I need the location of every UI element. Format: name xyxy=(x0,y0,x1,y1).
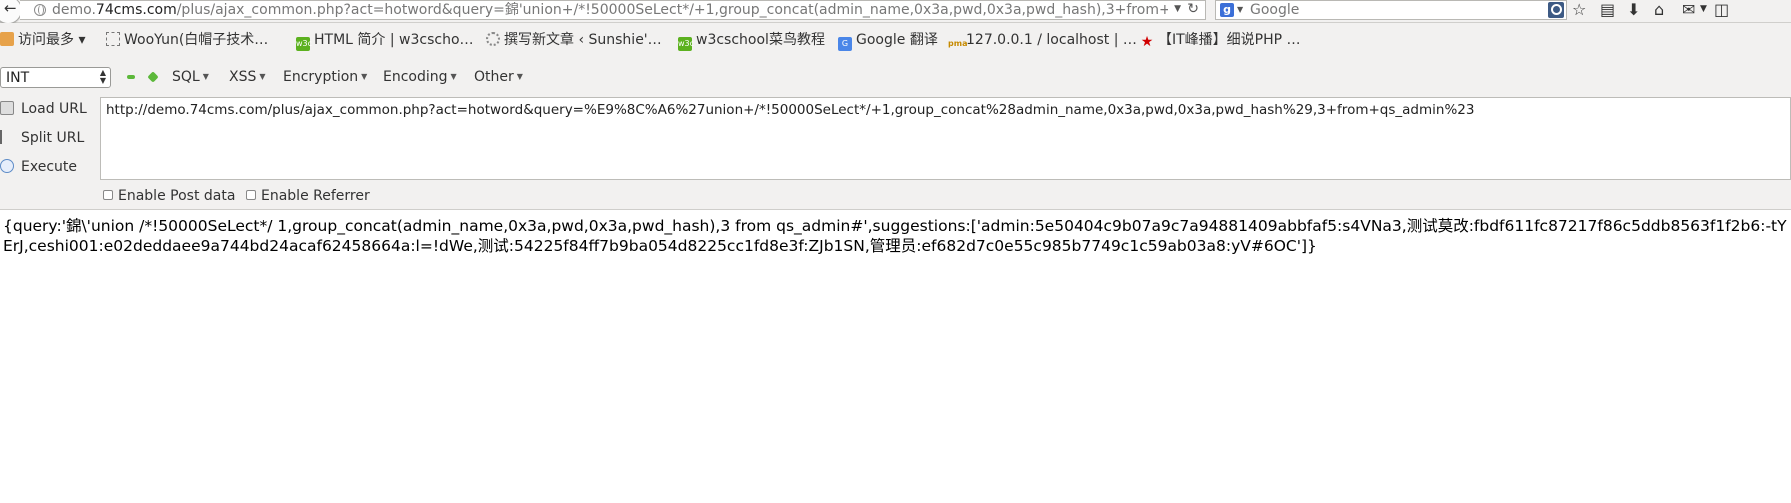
bookmark-label: WooYun(白帽子技术… xyxy=(124,32,269,48)
address-bar[interactable]: demo.74cms.com/plus/ajax_common.php?act=… xyxy=(20,0,1206,20)
bookmark-star-icon[interactable]: ☆ xyxy=(1572,0,1586,19)
type-select[interactable]: INT ▲ ▼ xyxy=(0,67,111,88)
google-translate-icon: G xyxy=(838,37,852,51)
reload-icon[interactable]: ↻ xyxy=(1187,1,1199,17)
bookmark-label: 撰写新文章 ‹ Sunshie'… xyxy=(504,32,662,48)
w3c-icon: w3c xyxy=(296,37,312,51)
addon-icon[interactable]: ✉ xyxy=(1682,0,1695,19)
menu-label: Other xyxy=(474,69,514,85)
bookmark-label: HTML 简介 | w3cscho… xyxy=(314,32,474,48)
chevron-down-icon: ▼ xyxy=(202,72,209,81)
history-dropdown-icon[interactable]: ▼ xyxy=(1174,4,1181,14)
url-prefix: demo. xyxy=(52,2,96,18)
response-text: {query:'錦\'union /*!50000SeLect*/ 1,grou… xyxy=(3,217,1787,255)
hackbar-url-text[interactable]: http://demo.74cms.com/plus/ajax_common.p… xyxy=(106,102,1786,118)
bookmarks-list-icon[interactable]: ▤ xyxy=(1600,0,1615,19)
menu-label: Encoding xyxy=(383,69,448,85)
scissors-icon xyxy=(0,130,14,144)
split-url-button[interactable]: Split URL xyxy=(0,130,84,146)
chevron-down-icon: ▼ xyxy=(361,72,368,81)
navigation-bar: ← demo.74cms.com/plus/ajax_common.php?ac… xyxy=(0,0,1791,24)
bookmark-wooyun[interactable]: WooYun(白帽子技术… xyxy=(106,32,268,48)
folder-icon xyxy=(0,32,14,46)
bookmark-google-translate[interactable]: G Google 翻译 xyxy=(838,32,938,51)
type-select-value: INT xyxy=(6,70,30,86)
split-url-label: Split URL xyxy=(21,130,85,146)
back-button[interactable]: ← xyxy=(0,0,22,24)
decrease-icon[interactable] xyxy=(127,75,135,79)
bookmark-w3cschool[interactable]: w3c w3cschool菜鸟教程 xyxy=(678,32,825,51)
bookmark-new-post[interactable]: 撰写新文章 ‹ Sunshie'… xyxy=(486,32,662,48)
address-text[interactable]: demo.74cms.com/plus/ajax_common.php?act=… xyxy=(52,2,1168,19)
bookmark-phpmyadmin[interactable]: pma127.0.0.1 / localhost | … xyxy=(948,32,1137,51)
increase-icon[interactable] xyxy=(147,71,159,83)
bookmark-label: 127.0.0.1 / localhost | … xyxy=(966,32,1137,48)
addon-dropdown-icon[interactable]: ▼ xyxy=(1700,4,1707,14)
bookmark-html-intro[interactable]: w3c HTML 简介 | w3cscho… xyxy=(296,32,474,51)
wordpress-icon xyxy=(486,32,500,46)
hackbar-toolbar: INT ▲ ▼ SQL ▼ XSS ▼ Encryption ▼ Encoding ▼ O… xyxy=(0,55,1791,97)
load-url-icon xyxy=(0,101,14,115)
url-path: /plus/ajax_common.php?act=hotword&query=… xyxy=(176,2,1168,18)
enable-post-checkbox[interactable]: Enable Post data xyxy=(103,188,235,204)
spinner-icon[interactable]: ▲ ▼ xyxy=(100,69,106,85)
checkbox-label: Enable Post data xyxy=(118,188,236,204)
checkbox-label: Enable Referrer xyxy=(261,188,370,204)
checkbox-box[interactable] xyxy=(246,190,256,200)
load-url-button[interactable]: Load URL xyxy=(0,101,87,117)
chevron-down-icon: ▼ xyxy=(259,72,266,81)
execute-label: Execute xyxy=(21,159,77,175)
window-icon[interactable]: ◫ xyxy=(1714,0,1729,19)
search-input[interactable]: Google xyxy=(1250,2,1299,18)
chevron-down-icon: ▼ xyxy=(450,72,457,81)
menu-label: SQL xyxy=(172,69,200,85)
other-menu[interactable]: Other ▼ xyxy=(474,69,523,85)
hackbar-panel: Load URL Split URL Execute http://demo.7… xyxy=(0,97,1791,210)
home-icon[interactable]: ⌂ xyxy=(1654,0,1664,19)
google-icon[interactable]: g xyxy=(1220,3,1234,17)
page-icon xyxy=(106,32,120,46)
execute-button[interactable]: Execute xyxy=(0,159,77,175)
search-engine-dropdown-icon[interactable]: ▼ xyxy=(1237,5,1243,14)
bookmark-label: w3cschool菜鸟教程 xyxy=(696,32,825,48)
bookmark-most-visited[interactable]: 访问最多 ▾ xyxy=(0,32,85,48)
bookmark-label: 访问最多 ▾ xyxy=(18,32,86,48)
sql-menu[interactable]: SQL ▼ xyxy=(172,69,209,85)
enable-referrer-checkbox[interactable]: Enable Referrer xyxy=(246,188,370,204)
encryption-menu[interactable]: Encryption ▼ xyxy=(283,69,367,85)
encoding-menu[interactable]: Encoding ▼ xyxy=(383,69,457,85)
globe-icon xyxy=(34,4,46,16)
chevron-down-icon: ▼ xyxy=(516,72,523,81)
downloads-icon[interactable]: ⬇ xyxy=(1627,0,1640,19)
bookmark-it-php[interactable]: ★ 【IT峰播】细说PHP … xyxy=(1140,32,1301,49)
back-arrow-icon: ← xyxy=(4,0,17,17)
search-bar[interactable]: g ▼ Google xyxy=(1215,0,1567,20)
bookmarks-toolbar: 访问最多 ▾ WooYun(白帽子技术… w3c HTML 简介 | w3csch… xyxy=(0,23,1791,55)
w3c-icon: w3c xyxy=(678,37,694,51)
bookmark-label: Google 翻译 xyxy=(856,32,938,48)
bookmark-label: 【IT峰播】细说PHP … xyxy=(1158,32,1301,48)
menu-label: XSS xyxy=(229,69,257,85)
star-icon: ★ xyxy=(1140,34,1154,50)
xss-menu[interactable]: XSS ▼ xyxy=(229,69,266,85)
menu-label: Encryption xyxy=(283,69,359,85)
phpmyadmin-icon: pma xyxy=(948,39,968,48)
search-icon[interactable] xyxy=(1548,2,1564,18)
checkbox-box[interactable] xyxy=(103,190,113,200)
url-domain: 74cms.com xyxy=(95,2,177,18)
play-icon xyxy=(0,159,14,173)
hackbar-url-textarea[interactable]: http://demo.74cms.com/plus/ajax_common.p… xyxy=(100,97,1791,180)
load-url-label: Load URL xyxy=(21,101,87,117)
